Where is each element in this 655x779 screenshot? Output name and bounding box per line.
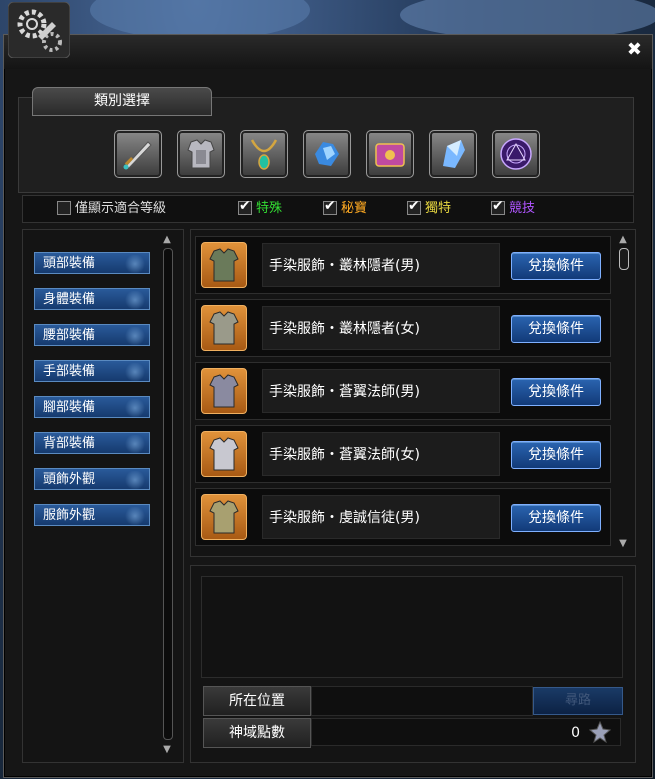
- sidebar-item-head[interactable]: 頭部裝備: [34, 252, 150, 274]
- list-item[interactable]: 手染服飾・叢林隱者(女) 兌換條件: [195, 299, 611, 357]
- exchange-condition-button[interactable]: 兌換條件: [511, 441, 601, 469]
- filter-arena-checkbox[interactable]: ✔ 競技: [491, 197, 535, 217]
- equipment-category-sidebar: 頭部裝備 身體裝備 腰部裝備 手部裝備 腳部裝備 背部裝備 頭飾外觀 服飾外觀 …: [22, 229, 184, 763]
- sidebar-scrollbar[interactable]: [163, 248, 173, 740]
- item-description-area: [201, 576, 623, 678]
- boot-icon: [124, 399, 146, 417]
- filter-special-checkbox[interactable]: ✔ 特殊: [238, 197, 282, 217]
- costume-item-icon: [201, 242, 247, 288]
- settings-gear-icon: [8, 2, 70, 58]
- sidebar-item-waist[interactable]: 腰部裝備: [34, 324, 150, 346]
- sidebar-item-back[interactable]: 背部裝備: [34, 432, 150, 454]
- scroll-up-icon[interactable]: ▲: [161, 234, 173, 245]
- cape-icon: [124, 435, 146, 453]
- check-icon: ✔: [408, 197, 420, 214]
- filter-treasure-checkbox[interactable]: ✔ 秘寶: [323, 197, 367, 217]
- belt-icon: [124, 327, 146, 345]
- item-list: 手染服飾・叢林隱者(男) 兌換條件 手染服飾・叢林隱者(女) 兌換條件 手染服飾…: [190, 229, 636, 557]
- costume-icon: [124, 507, 146, 525]
- armor-icon[interactable]: [177, 130, 225, 178]
- checkbox-box[interactable]: ✔: [491, 197, 505, 215]
- points-value: 0: [311, 718, 621, 746]
- location-label: 所在位置: [203, 686, 311, 716]
- item-name: 手染服飾・叢林隱者(女): [262, 306, 500, 350]
- crystal-cluster-icon[interactable]: [303, 130, 351, 178]
- exchange-condition-button[interactable]: 兌換條件: [511, 504, 601, 532]
- check-icon: ✔: [239, 197, 251, 214]
- checkbox-box[interactable]: ✔: [407, 197, 421, 215]
- hat-icon: [124, 471, 146, 489]
- exchange-condition-button[interactable]: 兌換條件: [511, 252, 601, 280]
- list-item[interactable]: 手染服飾・叢林隱者(男) 兌換條件: [195, 236, 611, 294]
- sidebar-item-body[interactable]: 身體裝備: [34, 288, 150, 310]
- filter-unique-checkbox[interactable]: ✔ 獨特: [407, 197, 451, 217]
- costume-item-icon: [201, 431, 247, 477]
- item-name: 手染服飾・叢林隱者(男): [262, 243, 500, 287]
- filter-bar: 僅顯示適合等級 ✔ 特殊 ✔ 秘寶 ✔ 獨特 ✔ 競技: [22, 195, 634, 223]
- sidebar-item-costume-appearance[interactable]: 服飾外觀: [34, 504, 150, 526]
- armor-icon: [124, 291, 146, 309]
- sidebar-item-foot[interactable]: 腳部裝備: [34, 396, 150, 418]
- location-value: [311, 686, 533, 716]
- book-icon[interactable]: [366, 130, 414, 178]
- helmet-icon: [124, 255, 146, 273]
- sword-icon[interactable]: [114, 130, 162, 178]
- item-name: 手染服飾・蒼翼法師(男): [262, 369, 500, 413]
- list-item[interactable]: 手染服飾・蒼翼法師(男) 兌換條件: [195, 362, 611, 420]
- checkbox-box[interactable]: [57, 200, 71, 215]
- item-name: 手染服飾・虔誠信徒(男): [262, 495, 500, 539]
- costume-item-icon: [201, 368, 247, 414]
- glove-icon: [124, 363, 146, 381]
- checkbox-box[interactable]: ✔: [238, 197, 252, 215]
- list-item[interactable]: 手染服飾・蒼翼法師(女) 兌換條件: [195, 425, 611, 483]
- close-icon[interactable]: ✖: [627, 41, 642, 59]
- scroll-up-icon[interactable]: ▲: [617, 234, 629, 245]
- list-item[interactable]: 手染服飾・虔誠信徒(男) 兌換條件: [195, 488, 611, 546]
- necklace-icon[interactable]: [240, 130, 288, 178]
- item-list-scrollbar-thumb[interactable]: [619, 248, 629, 270]
- magic-circle-icon[interactable]: [492, 130, 540, 178]
- seek-path-button[interactable]: 尋路: [533, 687, 623, 715]
- category-tab[interactable]: 類別選擇: [32, 87, 212, 116]
- scroll-down-icon[interactable]: ▼: [161, 744, 173, 755]
- exchange-condition-button[interactable]: 兌換條件: [511, 315, 601, 343]
- info-panel: 所在位置 尋路 神域點數 0: [190, 565, 636, 763]
- item-name: 手染服飾・蒼翼法師(女): [262, 432, 500, 476]
- sidebar-item-hand[interactable]: 手部裝備: [34, 360, 150, 382]
- points-label: 神域點數: [203, 718, 311, 748]
- sidebar-item-head-appearance[interactable]: 頭飾外觀: [34, 468, 150, 490]
- exchange-condition-button[interactable]: 兌換條件: [511, 378, 601, 406]
- costume-item-icon: [201, 305, 247, 351]
- only-suitable-level-checkbox[interactable]: 僅顯示適合等級: [57, 200, 166, 217]
- gem-icon[interactable]: [429, 130, 477, 178]
- divine-point-icon: [589, 721, 611, 743]
- title-bar[interactable]: [4, 35, 652, 69]
- checkbox-box[interactable]: ✔: [323, 197, 337, 215]
- scroll-down-icon[interactable]: ▼: [617, 538, 629, 549]
- exchange-window: ✖ 類別選擇 僅顯示適合等級 ✔ 特殊 ✔ 秘寶 ✔ 獨特 ✔ 競技 頭部裝備 …: [3, 34, 653, 778]
- costume-item-icon: [201, 494, 247, 540]
- check-icon: ✔: [324, 197, 336, 214]
- check-icon: ✔: [492, 197, 504, 214]
